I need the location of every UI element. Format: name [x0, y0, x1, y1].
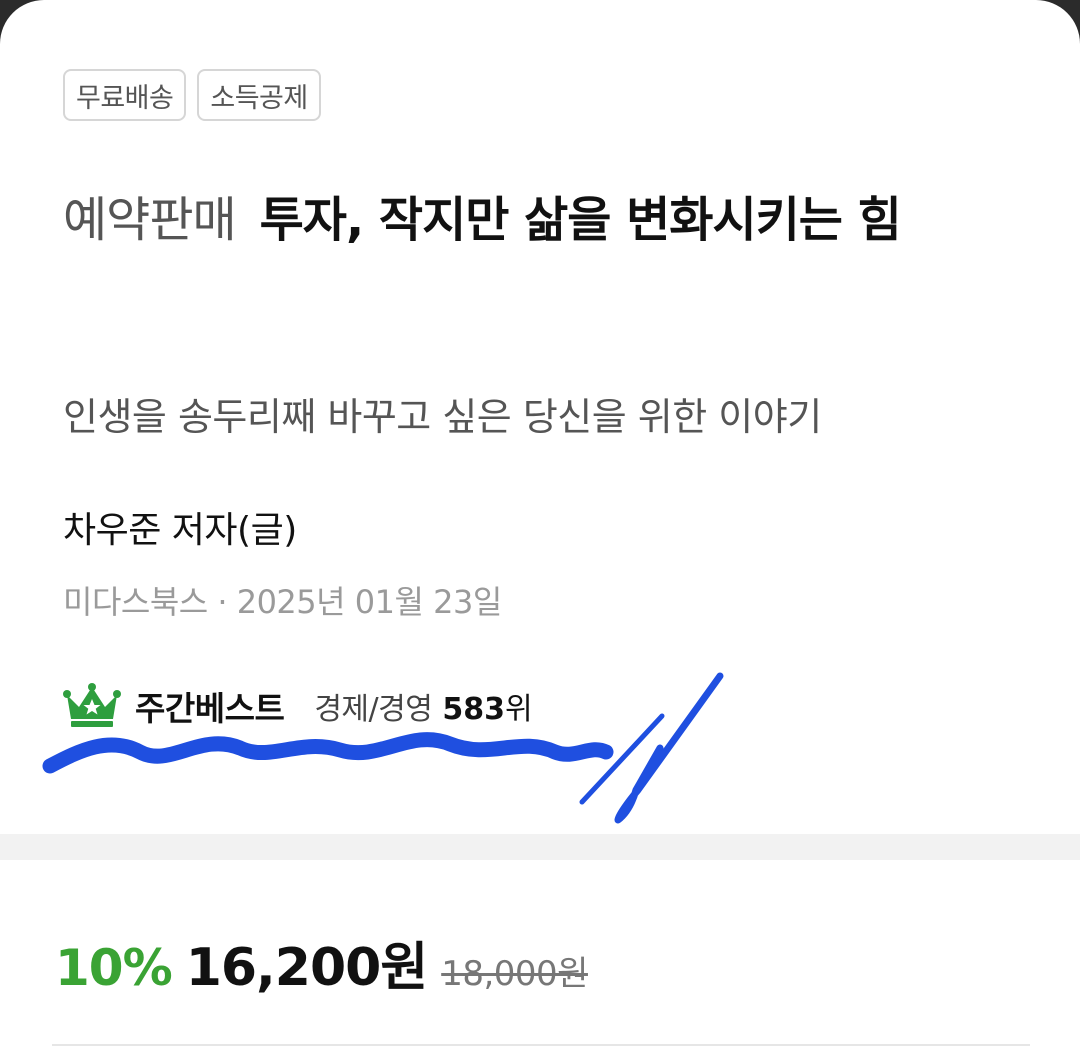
handwritten-scribble-annotation	[42, 672, 724, 824]
best-rank: 583위	[442, 684, 532, 728]
best-rank-suffix: 위	[504, 692, 533, 727]
best-category: 경제/경영	[314, 692, 433, 727]
weekly-best-label: 주간베스트	[135, 689, 285, 728]
book-detail-card: 무료배송 소득공제 예약판매 투자, 작지만 삶을 변화시키는 힘 인생을 송두리…	[0, 0, 1080, 1049]
price-row: 10% 16,200원 18,000원	[55, 925, 588, 1000]
discount-rate: 10%	[55, 939, 173, 997]
section-divider	[0, 834, 1080, 860]
weekly-best-ranking[interactable]: 주간베스트 경제/경영 583위	[63, 682, 533, 730]
original-price: 18,000원	[441, 954, 588, 994]
tag-free-shipping[interactable]: 무료배송	[63, 69, 187, 121]
preorder-label: 예약판매	[63, 192, 237, 248]
book-author[interactable]: 차우준 저자(글)	[63, 501, 297, 553]
publisher-date: 미다스북스 · 2025년 01월 23일	[63, 583, 502, 621]
book-title-text: 투자, 작지만 삶을 변화시키는 힘	[259, 192, 902, 248]
book-title: 예약판매 투자, 작지만 삶을 변화시키는 힘	[63, 172, 1023, 268]
best-rank-number: 583	[442, 692, 505, 727]
book-subtitle: 인생을 송두리째 바꾸고 싶은 당신을 위한 이야기	[63, 395, 822, 439]
sale-price: 16,200원	[185, 938, 429, 998]
tag-income-deduction[interactable]: 소득공제	[197, 69, 321, 121]
crown-icon	[63, 683, 121, 727]
bottom-divider	[52, 1044, 1030, 1046]
tag-list: 무료배송 소득공제	[63, 69, 321, 121]
